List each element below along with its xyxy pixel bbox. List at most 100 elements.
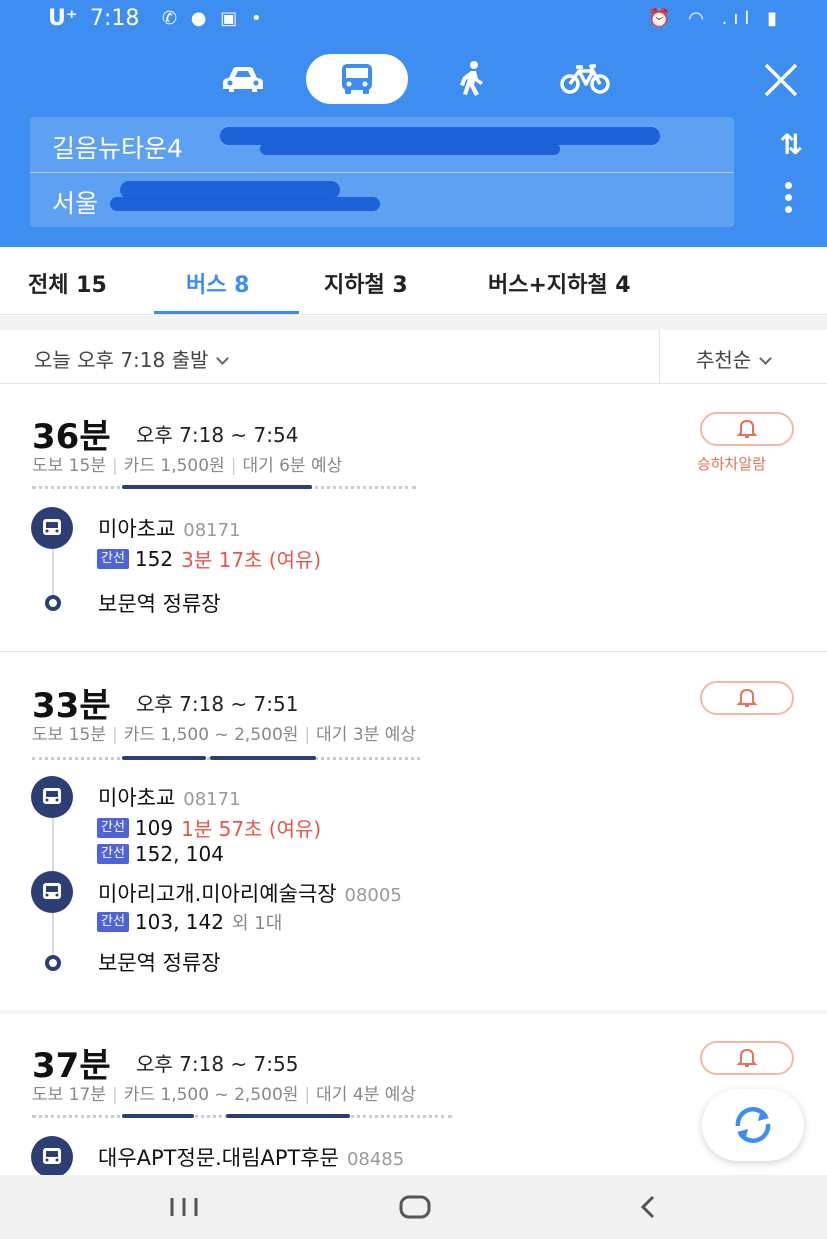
fare: 카드 1,500원 [123,456,225,476]
stop-title: 미아리고개.미아리예술극장 [98,882,337,906]
walk-time: 도보 15분 [32,456,106,476]
bus-segment [122,1114,194,1118]
back-icon [640,1195,655,1219]
tab-all[interactable]: 전체 15 [28,267,107,299]
departure-time-label: 오늘 오후 7:18 출발 [34,348,209,372]
chevron-down-icon [216,352,230,365]
stop-title: 대우APT정문.대림APT후문 [98,1146,339,1170]
bike-icon [560,64,610,94]
bus-stop-marker [31,776,73,818]
close-icon[interactable] [763,62,799,98]
sort-selector[interactable]: 추천순 [696,344,773,373]
alarm-button[interactable] [700,412,794,446]
route-card[interactable]: 36분 오후 7:18 ~ 7:54 도보 15분 | 카드 1,500원 | 대기 6… [0,385,827,651]
tab-subway[interactable]: 지하철 3 [324,267,408,299]
stop-code: 08171 [183,520,241,541]
bus-mode-button[interactable] [306,54,408,104]
route-time-range: 오후 7:18 ~ 7:55 [136,1052,299,1076]
bus-segment [210,756,316,760]
route-card[interactable]: 33분 오후 7:18 ~ 7:51 도보 15분 | 카드 1,500 ~ 2,5… [0,652,827,1010]
bus-line-row: 간선 109 1분 57초 (여유) [97,813,321,842]
arrival-wait: 1분 57초 (여유) [181,817,322,841]
transport-mode-bar [0,54,827,104]
destination-marker [45,955,61,971]
route-time-range: 오후 7:18 ~ 7:51 [136,692,299,716]
stop-title: 미아초교 [98,517,176,541]
departure-time-selector[interactable]: 오늘 오후 7:18 출발 [34,344,230,373]
transfer-stop-marker [31,871,73,913]
home-icon [399,1195,431,1219]
bus-numbers: 103, 142 [134,910,224,934]
bus-type-badge: 간선 [97,844,129,864]
redaction-mark [110,197,380,211]
fare: 카드 1,500 ~ 2,500원 [123,725,299,745]
stop-code: 08485 [346,1149,405,1170]
bus-line-row: 간선 152 3분 17초 (여유) [97,544,321,573]
walk-mode-button[interactable] [448,54,494,104]
bus-stop-marker [31,507,73,549]
route-meta: 도보 17분 | 카드 1,500 ~ 2,500원 | 대기 4분 예상 [32,1085,416,1105]
route-timeline-bar [32,485,416,489]
status-time: 7:18 [90,6,140,31]
stop-code: 08171 [183,789,241,810]
more-buses-label: 외 1대 [231,913,283,934]
end-stop-name: 보문역 정류장 [98,592,221,616]
bike-mode-button[interactable] [556,54,614,104]
swap-direction-icon[interactable]: ⇅ [780,128,803,161]
car-mode-button[interactable] [216,54,270,104]
car-icon [223,67,263,92]
bell-icon [736,419,758,438]
alarm-button[interactable] [700,1041,794,1075]
more-options-icon[interactable] [785,182,793,216]
bus-segment [226,1114,350,1118]
route-type-tabs: 전체 15 버스 8 지하철 3 버스+지하철 4 [0,247,827,315]
notification-icons: ✆ ● ▣ • [162,8,266,29]
bell-icon [736,1048,758,1067]
bus-line-row: 간선 152, 104 [97,842,224,866]
filter-divider [659,330,660,384]
alarm-button[interactable] [700,681,794,715]
bus-icon [43,883,61,899]
route-meta: 도보 15분 | 카드 1,500원 | 대기 6분 예상 [32,456,343,476]
walk-time: 도보 17분 [32,1085,106,1105]
bus-numbers: 152 [134,546,174,571]
route-timeline-bar [32,756,420,760]
bus-stop-marker [31,1136,73,1178]
bell-icon [736,688,758,707]
home-button[interactable] [396,1189,434,1225]
stop-name: 미아초교 08171 [98,513,241,543]
status-bar: U⁺ 7:18 ✆ ● ▣ • ⏰ ◠ .ıl ▮ [0,0,827,42]
bus-icon [342,64,372,94]
route-line [52,543,54,601]
walk-icon [460,61,483,96]
redaction-mark [260,143,560,155]
wait-estimate: 대기 4분 예상 [316,1085,416,1105]
stop-code: 08005 [344,885,402,906]
end-stop-name: 보문역 정류장 [98,951,221,975]
refresh-button[interactable] [702,1089,804,1161]
origin-input[interactable]: 길음뉴타운4 [52,129,183,165]
system-icons: ⏰ ◠ .ıl ▮ [648,8,783,29]
tab-bus[interactable]: 버스 8 [186,267,249,299]
bus-numbers: 152, 104 [134,842,224,866]
bus-segment [122,756,206,760]
refresh-icon [735,1107,771,1143]
filter-bar: 오늘 오후 7:18 출발 추천순 [0,330,827,384]
route-timeline-bar [32,1114,452,1118]
chevron-down-icon [759,352,773,365]
destination-input[interactable]: 서울 [52,184,98,220]
walk-time: 도보 15분 [32,725,106,745]
bus-icon [43,788,61,804]
recent-apps-button[interactable] [166,1189,202,1225]
active-tab-indicator [154,311,299,314]
back-button[interactable] [632,1189,664,1225]
bus-type-badge: 간선 [97,912,129,932]
bus-type-badge: 간선 [97,548,129,569]
bus-line-row: 간선 103, 142 외 1대 [97,909,282,935]
section-gap [0,316,827,330]
bus-numbers: 109 [134,815,174,840]
tab-bus-subway[interactable]: 버스+지하철 4 [488,267,631,299]
carrier-label: U⁺ [48,6,78,31]
route-meta: 도보 15분 | 카드 1,500 ~ 2,500원 | 대기 3분 예상 [32,725,416,745]
route-card[interactable]: 37분 오후 7:18 ~ 7:55 도보 17분 | 카드 1,500 ~ 2,5… [0,1014,827,1178]
